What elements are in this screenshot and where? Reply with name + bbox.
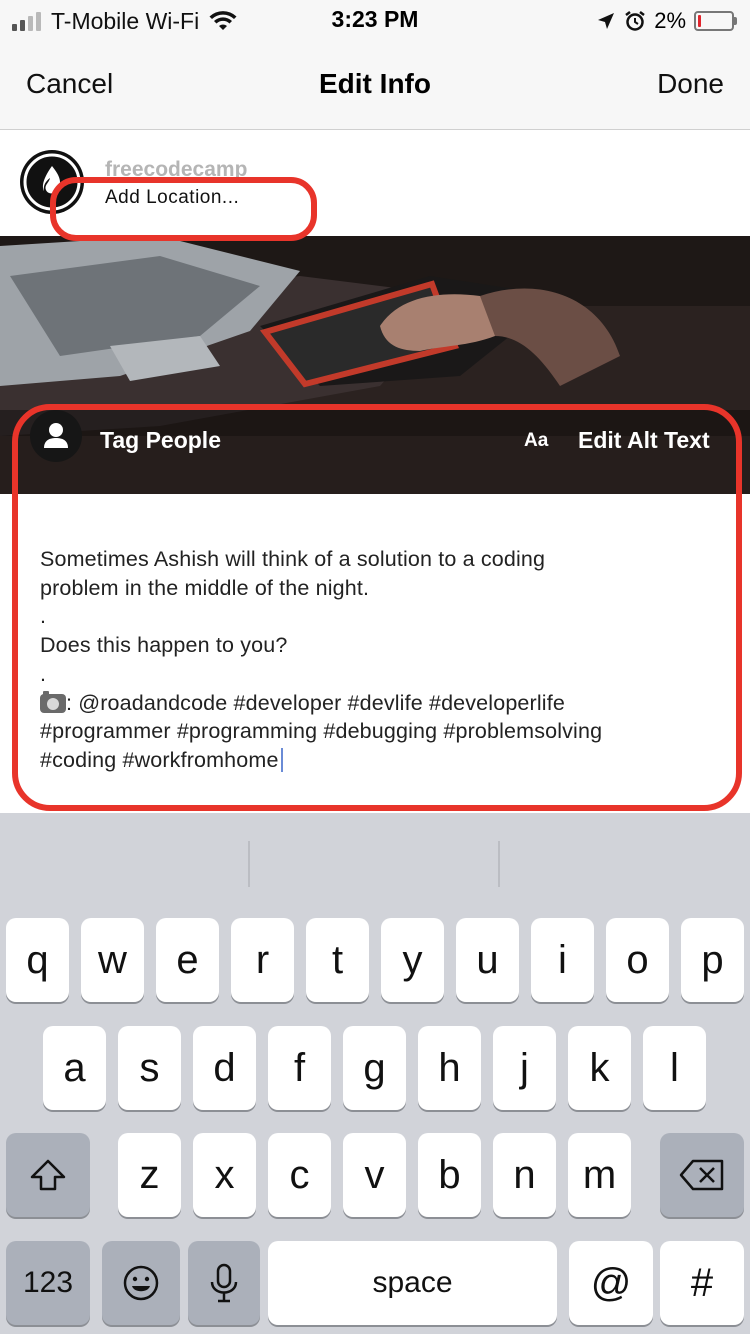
numbers-key-label: 123 xyxy=(22,1266,74,1299)
location-highlight xyxy=(50,177,317,241)
key-x[interactable]: x xyxy=(193,1133,256,1217)
location-arrow-icon xyxy=(598,13,615,29)
key-n[interactable]: n xyxy=(493,1133,556,1217)
key-y[interactable]: y xyxy=(381,918,444,1002)
shift-arrow-icon xyxy=(30,1159,66,1191)
key-j[interactable]: j xyxy=(493,1026,556,1110)
battery-icon xyxy=(694,11,737,31)
hash-key[interactable]: # xyxy=(660,1241,744,1325)
key-b[interactable]: b xyxy=(418,1133,481,1217)
key-m[interactable]: m xyxy=(568,1133,631,1217)
key-e[interactable]: e xyxy=(156,918,219,1002)
shift-key[interactable] xyxy=(6,1133,90,1217)
backspace-key[interactable] xyxy=(660,1133,744,1217)
key-l[interactable]: l xyxy=(643,1026,706,1110)
at-key[interactable]: @ xyxy=(569,1241,653,1325)
key-o[interactable]: o xyxy=(606,918,669,1002)
key-w[interactable]: w xyxy=(81,918,144,1002)
alarm-clock-icon xyxy=(625,11,645,31)
space-key-label: space xyxy=(372,1266,453,1299)
key-a[interactable]: a xyxy=(43,1026,106,1110)
page-title: Edit Info xyxy=(319,68,431,99)
key-v[interactable]: v xyxy=(343,1133,406,1217)
key-g[interactable]: g xyxy=(343,1026,406,1110)
space-key[interactable]: space xyxy=(268,1241,557,1325)
emoji-key[interactable] xyxy=(102,1241,180,1325)
numbers-key[interactable]: 123 xyxy=(6,1241,90,1325)
keyboard: q w e r t y u i o p a s d f g h j k l z … xyxy=(0,813,750,1334)
key-c[interactable]: c xyxy=(268,1133,331,1217)
caption-highlight xyxy=(12,404,742,811)
key-p[interactable]: p xyxy=(681,918,744,1002)
suggestion-divider xyxy=(248,841,250,887)
done-button[interactable]: Done xyxy=(657,68,724,100)
key-z[interactable]: z xyxy=(118,1133,181,1217)
status-bar: T-Mobile Wi-Fi 3:23 PM 2% xyxy=(0,0,750,40)
emoji-icon xyxy=(123,1265,159,1301)
suggestion-bar xyxy=(0,813,750,910)
key-h[interactable]: h xyxy=(418,1026,481,1110)
suggestion-divider xyxy=(498,841,500,887)
key-i[interactable]: i xyxy=(531,918,594,1002)
key-k[interactable]: k xyxy=(568,1026,631,1110)
key-f[interactable]: f xyxy=(268,1026,331,1110)
key-t[interactable]: t xyxy=(306,918,369,1002)
key-r[interactable]: r xyxy=(231,918,294,1002)
status-right: 2% xyxy=(596,6,737,36)
key-s[interactable]: s xyxy=(118,1026,181,1110)
battery-percent: 2% xyxy=(654,8,686,33)
backspace-icon xyxy=(679,1159,724,1191)
key-d[interactable]: d xyxy=(193,1026,256,1110)
microphone-icon xyxy=(210,1263,238,1303)
navigation-bar: Cancel Edit Info Done xyxy=(0,40,750,130)
dictation-key[interactable] xyxy=(188,1241,260,1325)
key-u[interactable]: u xyxy=(456,918,519,1002)
key-q[interactable]: q xyxy=(6,918,69,1002)
